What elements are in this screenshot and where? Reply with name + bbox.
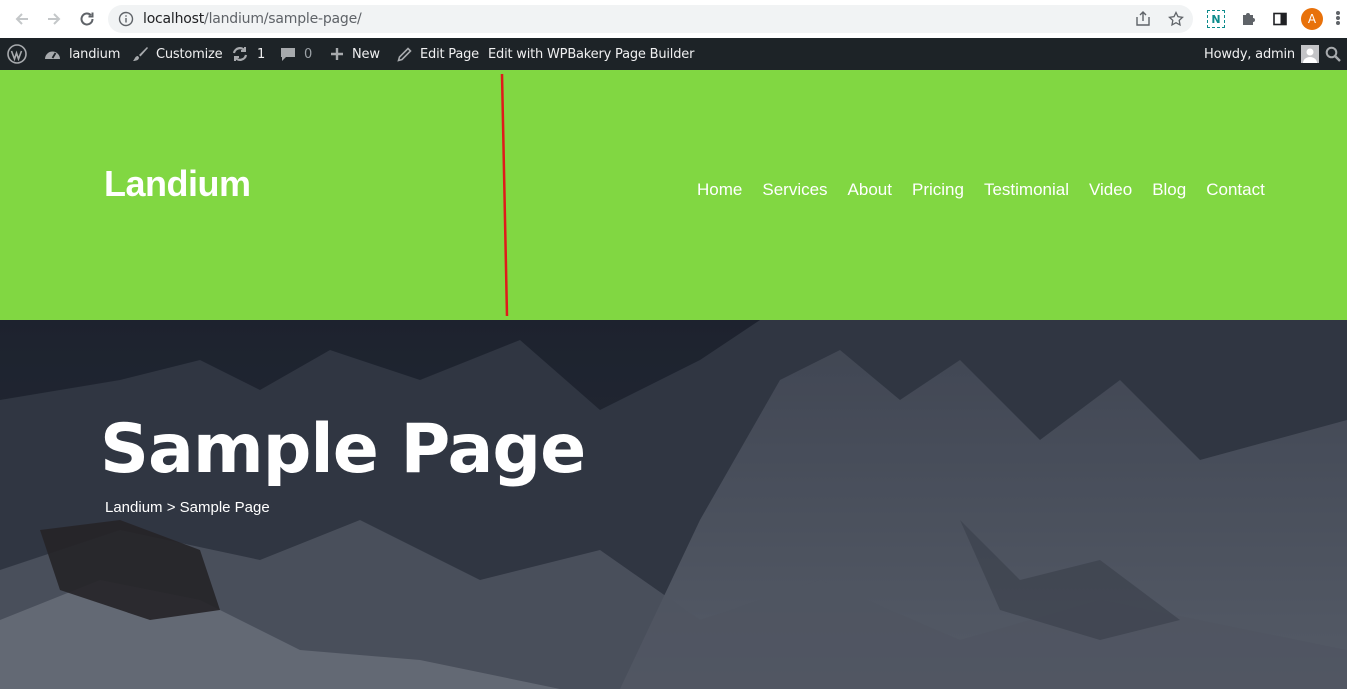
adminbar-wpbakery[interactable]: Edit with WPBakery Page Builder (488, 38, 694, 70)
extension-n-icon[interactable]: N (1206, 9, 1226, 29)
plus-icon (330, 47, 344, 61)
adminbar-new[interactable]: New (330, 38, 380, 70)
bookmark-star-icon[interactable] (1168, 10, 1184, 32)
extension-n-label: N (1207, 10, 1225, 28)
adminbar-comments[interactable]: 0 (280, 38, 312, 70)
extensions-puzzle-icon[interactable] (1238, 9, 1258, 29)
adminbar-site-name[interactable]: landium (44, 38, 120, 70)
site-info-icon[interactable] (118, 11, 134, 32)
updates-count: 1 (257, 46, 266, 62)
howdy-label: Howdy, admin (1204, 46, 1295, 62)
pencil-icon (397, 46, 412, 62)
adminbar-my-account[interactable]: Howdy, admin (1204, 38, 1319, 70)
side-panel-icon[interactable] (1270, 9, 1290, 29)
new-label: New (352, 46, 380, 62)
dashboard-icon (44, 47, 61, 61)
updates-icon (231, 46, 249, 62)
adminbar-customize[interactable]: Customize (132, 38, 223, 70)
red-annotation-line (500, 73, 509, 317)
wp-admin-bar: landium Customize 1 0 New Edit Page Edit… (0, 38, 1347, 70)
url-path: /landium/sample-page/ (204, 11, 362, 27)
adminbar-edit-page[interactable]: Edit Page (397, 38, 479, 70)
edit-page-label: Edit Page (420, 46, 479, 62)
user-avatar-icon (1300, 45, 1319, 63)
site-name-label: landium (69, 46, 121, 62)
share-icon[interactable] (1135, 11, 1151, 32)
profile-avatar[interactable]: A (1301, 8, 1323, 30)
arrow-right-icon (48, 13, 61, 25)
page-title: Sample Page (100, 410, 586, 489)
url-host: localhost (143, 11, 205, 27)
customize-label: Customize (156, 46, 223, 62)
wpbakery-label: Edit with WPBakery Page Builder (488, 46, 695, 62)
page-hero: Sample Page Landium > Sample Page (0, 320, 1347, 689)
comment-bubble-icon (280, 46, 296, 62)
site-header: Landium Home Services About Pricing Test… (0, 70, 1347, 320)
browser-toolbar: localhost/landium/sample-page/ N A (0, 0, 1347, 38)
comments-count: 0 (304, 46, 313, 62)
arrow-left-icon (15, 13, 28, 25)
adminbar-search-icon[interactable] (1325, 38, 1341, 70)
forward-button[interactable] (43, 8, 65, 30)
reload-icon (80, 12, 94, 26)
adminbar-updates[interactable]: 1 (231, 38, 265, 70)
browser-menu-icon[interactable] (1335, 10, 1341, 28)
paintbrush-icon (132, 46, 148, 62)
breadcrumb: Landium > Sample Page (105, 499, 270, 516)
back-button[interactable] (11, 8, 33, 30)
wordpress-logo-icon[interactable] (7, 38, 27, 70)
url-text: localhost/landium/sample-page/ (143, 11, 362, 27)
address-bar[interactable]: localhost/landium/sample-page/ (108, 5, 1193, 33)
reload-button[interactable] (76, 8, 98, 30)
profile-initial: A (1307, 12, 1317, 26)
